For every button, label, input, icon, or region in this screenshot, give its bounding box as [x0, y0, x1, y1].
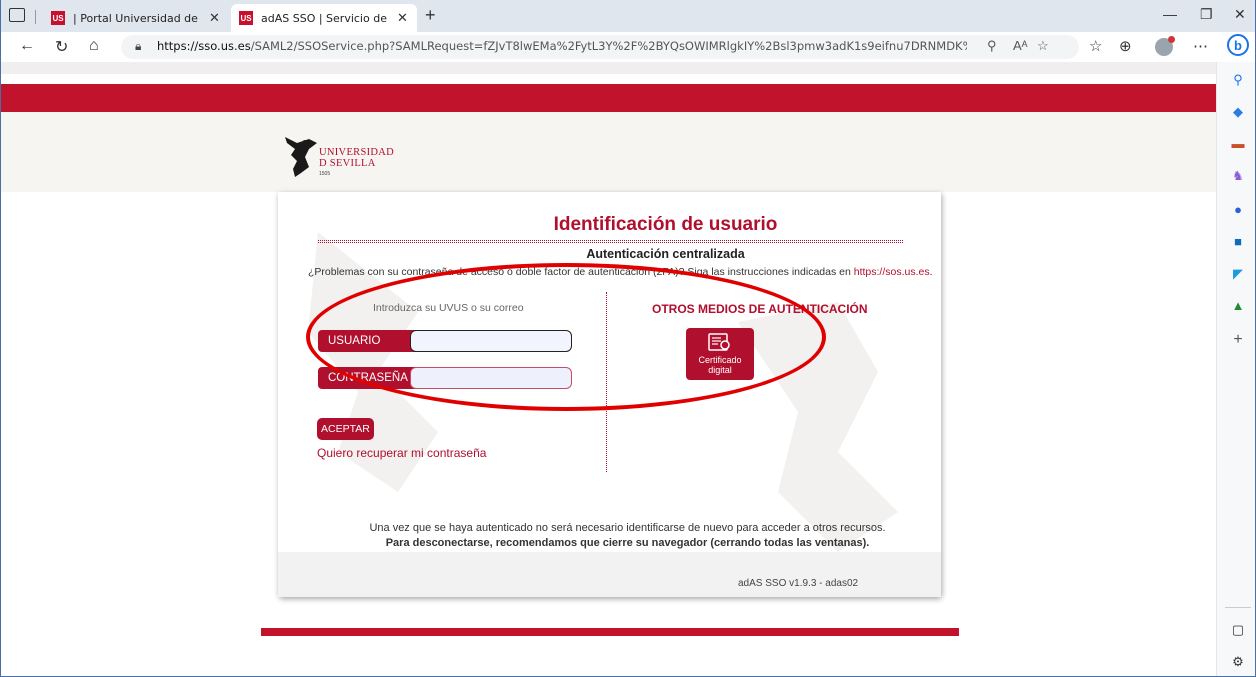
- briefcase-icon[interactable]: ▬: [1230, 136, 1246, 152]
- session-note: Una vez que se haya autenticado no será …: [369, 522, 886, 534]
- username-label: USUARIO: [318, 330, 418, 352]
- refresh-icon[interactable]: ↻: [55, 37, 68, 57]
- close-tab-icon[interactable]: ✕: [209, 10, 220, 26]
- red-header-band: [1, 84, 1216, 112]
- tag-icon[interactable]: ◆: [1230, 104, 1246, 120]
- browser-window: US | Portal Universidad de Sevilla ✕ US …: [0, 0, 1256, 677]
- page-subtitle: Autenticación centralizada: [586, 247, 745, 261]
- password-label: CONTRASEÑA: [318, 367, 418, 389]
- tree-icon[interactable]: ▲: [1230, 298, 1246, 314]
- password-input[interactable]: [410, 367, 572, 389]
- search-icon[interactable]: ⚲: [1230, 72, 1246, 88]
- column-divider: [606, 292, 607, 472]
- search-key-icon[interactable]: ⚲: [987, 38, 997, 54]
- restore-icon[interactable]: ❐: [1200, 6, 1213, 23]
- login-intro: Introduzca su UVUS o su correo: [373, 302, 524, 314]
- giralda-logo-icon: [285, 137, 317, 177]
- close-tab-icon[interactable]: ✕: [397, 10, 408, 26]
- certificate-label-2: digital: [708, 365, 732, 375]
- certificate-label: Certificado: [698, 355, 742, 365]
- other-methods-heading: OTROS MEDIOS DE AUTENTICACIÓN: [652, 302, 868, 316]
- office-icon[interactable]: ●: [1230, 202, 1246, 218]
- games-icon[interactable]: ♞: [1230, 168, 1246, 184]
- recover-password-link[interactable]: Quiero recuperar mi contraseña: [317, 446, 486, 460]
- version-text: adAS SSO v1.9.3 - adas02: [738, 578, 859, 589]
- send-icon[interactable]: ◤: [1230, 266, 1246, 282]
- settings-icon[interactable]: ⚙: [1230, 654, 1246, 670]
- title-divider: [318, 240, 903, 243]
- read-aloud-icon[interactable]: Aᴬ: [1013, 38, 1028, 53]
- favorites-icon[interactable]: ☆: [1089, 37, 1102, 55]
- minimize-icon[interactable]: —: [1163, 6, 1177, 22]
- lock-icon[interactable]: 🔒︎: [135, 39, 141, 54]
- us-favicon-icon: US: [51, 11, 65, 25]
- sidebar-toggle-icon[interactable]: ▢: [1230, 622, 1246, 638]
- tab-separator: [35, 10, 36, 24]
- footer-red-bar: [261, 628, 959, 636]
- profile-avatar[interactable]: [1155, 36, 1175, 56]
- tab-bar: US | Portal Universidad de Sevilla ✕ US …: [1, 0, 1255, 32]
- home-icon[interactable]: ⌂: [89, 37, 99, 55]
- card-footer: [278, 552, 941, 597]
- us-favicon-icon: US: [239, 11, 253, 25]
- help-text: ¿Problemas con su contraseña de acceso o…: [308, 266, 933, 278]
- page-title: Identificación de usuario: [553, 214, 778, 235]
- close-window-icon[interactable]: ✕: [1234, 6, 1246, 23]
- tab-label: adAS SSO | Servicio de Single Sig: [261, 11, 389, 25]
- sidebar-divider: [1225, 607, 1251, 608]
- outlook-icon[interactable]: ■: [1230, 234, 1246, 250]
- username-input[interactable]: [410, 330, 572, 352]
- tab-sso[interactable]: US adAS SSO | Servicio de Single Sig ✕: [231, 4, 417, 32]
- new-tab-icon[interactable]: +: [425, 5, 436, 26]
- add-icon[interactable]: +: [1230, 332, 1246, 348]
- address-bar-row: ← ↻ ⌂ 🔒︎ https://sso.us.es/SAML2/SSOServ…: [1, 32, 1255, 62]
- top-blur-band: [1, 62, 1216, 74]
- logo-year: 1505: [319, 171, 331, 177]
- logo-text: UNIVERSIDAD D SEVILLA: [319, 147, 395, 169]
- back-icon[interactable]: ←: [19, 37, 35, 55]
- accept-button[interactable]: ACEPTAR: [317, 418, 374, 440]
- bing-icon[interactable]: b: [1227, 34, 1249, 56]
- logout-note: Para desconectarse, recomendamos que cie…: [385, 537, 870, 549]
- collections-icon[interactable]: ⊕: [1119, 37, 1132, 55]
- more-icon[interactable]: ⋯: [1193, 37, 1208, 55]
- url-field[interactable]: 🔒︎ https://sso.us.es/SAML2/SSOService.ph…: [121, 35, 1079, 59]
- digital-certificate-button[interactable]: Certificado digital: [686, 328, 754, 380]
- help-link[interactable]: https://sos.us.es: [854, 266, 930, 278]
- edge-sidebar: ⚲ ◆ ▬ ♞ ● ■ ◤ ▲ + ▢ ⚙: [1216, 62, 1255, 676]
- tab-portal[interactable]: US | Portal Universidad de Sevilla ✕: [43, 4, 229, 32]
- university-logo[interactable]: UNIVERSIDAD D SEVILLA 1505: [283, 133, 403, 181]
- tab-label: | Portal Universidad de Sevilla: [73, 11, 201, 25]
- url-text[interactable]: https://sso.us.es/SAML2/SSOService.php?S…: [157, 39, 967, 53]
- login-card: Identificación de usuario Autenticación …: [278, 192, 941, 597]
- certificate-icon: [708, 333, 730, 351]
- web-page: UNIVERSIDAD D SEVILLA 1505 Identificació…: [1, 62, 1216, 676]
- tab-actions-icon[interactable]: [9, 8, 25, 22]
- header-band: [1, 112, 1216, 192]
- favorite-icon[interactable]: ☆: [1037, 38, 1049, 54]
